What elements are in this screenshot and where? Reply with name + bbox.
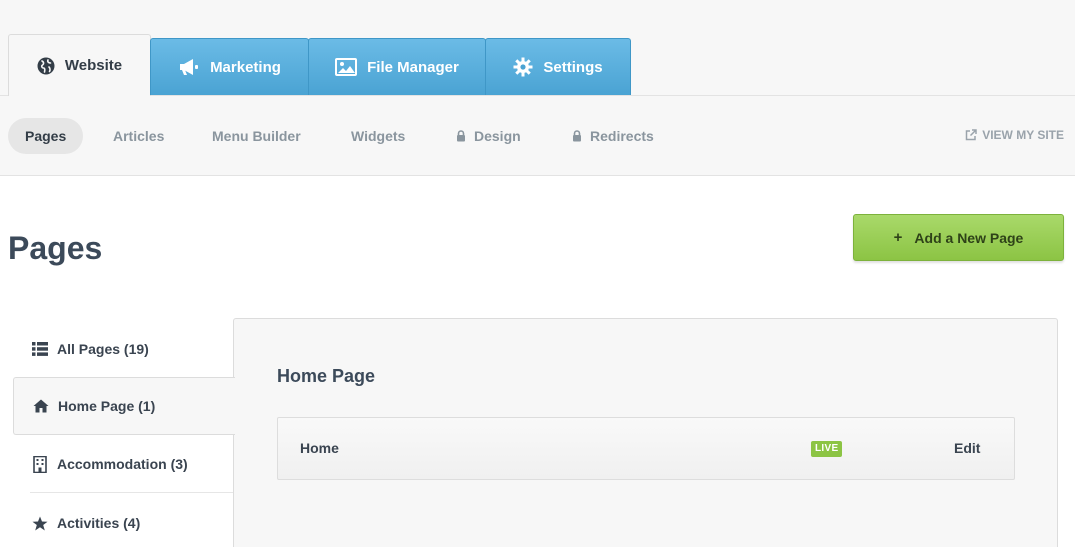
globe-icon [37, 57, 55, 75]
sub-navigation: Pages Articles Menu Builder Widgets Desi… [0, 96, 1075, 176]
image-icon [335, 58, 358, 76]
external-link-icon [965, 129, 977, 141]
tab-website-label: Website [64, 57, 123, 74]
subnav-widgets-label: Widgets [351, 128, 406, 144]
add-new-page-button[interactable]: + Add a New Page [853, 214, 1064, 261]
subnav-pages[interactable]: Pages [8, 118, 84, 154]
table-row[interactable]: Home LIVE Edit [277, 417, 1015, 480]
edit-link[interactable]: Edit [954, 440, 980, 456]
tab-file-manager-label: File Manager [367, 58, 459, 76]
sidebar-item-label: Home Page (1) [58, 398, 156, 414]
tab-file-manager[interactable]: File Manager [308, 38, 486, 95]
sidebar-item-accommodation[interactable]: Accommodation (3) [13, 435, 234, 493]
lock-icon [572, 130, 582, 142]
subnav-redirects[interactable]: Redirects [572, 118, 654, 154]
tab-settings[interactable]: Settings [485, 38, 631, 95]
gear-icon [513, 57, 533, 77]
home-icon [32, 399, 50, 413]
tab-website[interactable]: Website [8, 34, 151, 97]
panel-title: Home Page [277, 366, 376, 386]
subnav-design[interactable]: Design [456, 118, 521, 154]
sidebar-item-home-page[interactable]: Home Page (1) [13, 377, 235, 435]
view-my-site-link[interactable]: VIEW MY SITE [965, 128, 1064, 142]
tab-marketing[interactable]: Marketing [150, 38, 309, 95]
subnav-pages-label: Pages [25, 128, 67, 144]
pages-panel: Home Page Home LIVE Edit [233, 318, 1058, 547]
sidebar-item-label: Accommodation (3) [57, 456, 188, 472]
sidebar-item-all-pages[interactable]: All Pages (19) [13, 320, 234, 378]
tab-marketing-label: Marketing [210, 58, 281, 76]
page-name: Home [300, 440, 339, 456]
view-my-site-label: VIEW MY SITE [982, 128, 1064, 142]
tab-settings-label: Settings [543, 58, 603, 76]
subnav-design-label: Design [474, 128, 521, 144]
plus-icon: + [893, 229, 903, 246]
subnav-articles-label: Articles [113, 128, 165, 144]
sidebar-item-label: All Pages (19) [57, 341, 149, 357]
add-new-page-label: Add a New Page [914, 229, 1024, 246]
page-title: Pages [8, 230, 103, 266]
subnav-articles[interactable]: Articles [113, 118, 164, 154]
top-navigation: Website Marketing File Manager Settings [0, 0, 1075, 97]
sidebar-item-activities[interactable]: Activities (4) [13, 494, 234, 547]
building-icon [31, 455, 49, 473]
megaphone-icon [178, 58, 200, 76]
list-icon [31, 342, 49, 356]
subnav-menu-builder[interactable]: Menu Builder [212, 118, 301, 154]
subnav-redirects-label: Redirects [590, 128, 654, 144]
sidebar-item-label: Activities (4) [57, 515, 141, 531]
lock-icon [456, 130, 466, 142]
subnav-widgets[interactable]: Widgets [351, 118, 405, 154]
status-badge: LIVE [811, 441, 843, 457]
star-icon [31, 516, 49, 531]
subnav-menu-builder-label: Menu Builder [212, 128, 301, 144]
